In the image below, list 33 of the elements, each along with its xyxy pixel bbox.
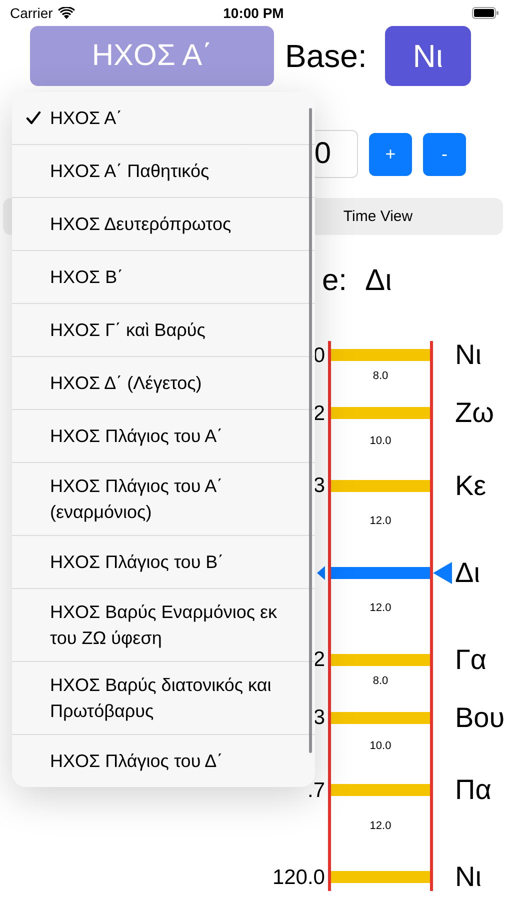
interval-label: 8.0 bbox=[372, 674, 388, 686]
interval-label: 10.0 bbox=[370, 435, 392, 448]
increment-button[interactable]: + bbox=[369, 132, 412, 176]
tick-label: 3 bbox=[313, 706, 325, 729]
wifi-icon bbox=[58, 7, 75, 19]
interval-label: 10.0 bbox=[370, 740, 392, 752]
battery-icon bbox=[472, 7, 499, 19]
pointer-icon bbox=[433, 562, 452, 584]
note-name: Βου bbox=[454, 704, 506, 732]
note-name: Ζω bbox=[454, 399, 495, 427]
note-name: Γα bbox=[454, 646, 488, 674]
carrier-label: Carrier bbox=[10, 5, 53, 21]
decrement-button[interactable]: - bbox=[423, 132, 466, 176]
tick-label: 120.0 bbox=[272, 866, 325, 888]
base-label: Base: bbox=[285, 38, 367, 74]
note-name: Δι bbox=[433, 558, 507, 586]
base-note-button[interactable]: Nι bbox=[384, 26, 471, 86]
note-name: Πα bbox=[454, 776, 492, 804]
note-name: Nι bbox=[454, 863, 482, 891]
current-note-label: e: bbox=[322, 264, 348, 298]
note-name: Nι bbox=[454, 341, 482, 369]
note-name: Κε bbox=[454, 472, 488, 500]
tick-label: 2 bbox=[313, 402, 325, 424]
interval-label: 12.0 bbox=[370, 820, 392, 832]
tick-label: 0 bbox=[313, 344, 325, 366]
tick-label: 3 bbox=[313, 474, 325, 497]
marker-icon bbox=[317, 566, 325, 580]
tick-label: 2 bbox=[313, 648, 325, 671]
clock: 10:00 PM bbox=[223, 5, 284, 21]
interval-label: 12.0 bbox=[370, 515, 392, 527]
interval-label: 8.0 bbox=[372, 370, 388, 382]
current-note: Δι bbox=[365, 264, 392, 298]
interval-label: 12.0 bbox=[370, 602, 392, 614]
